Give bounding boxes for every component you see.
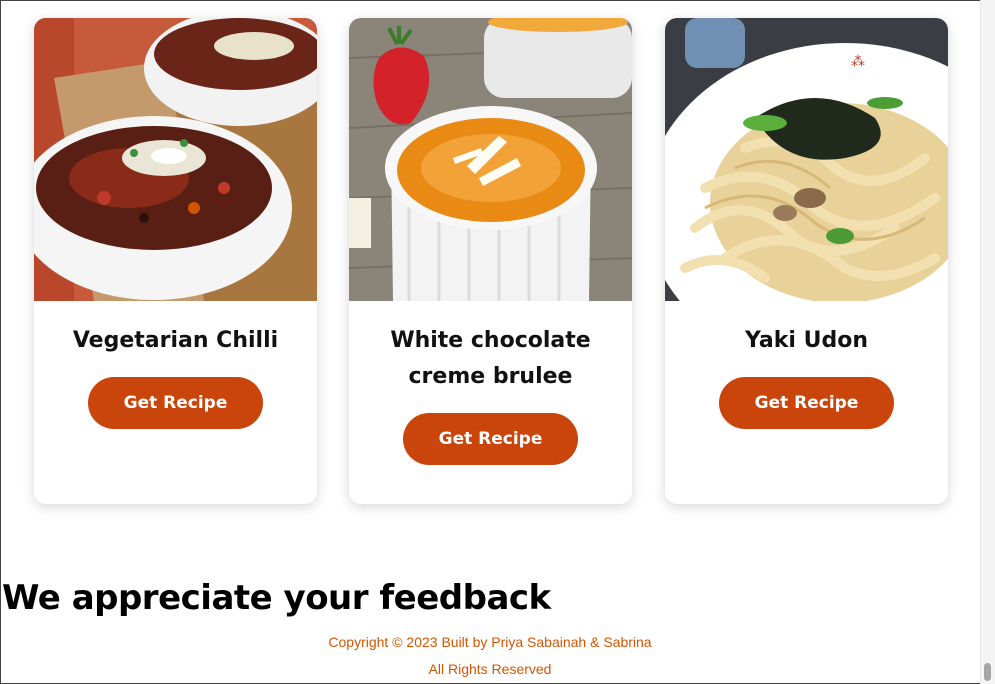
recipe-card: White chocolate creme brulee Get Recipe [349, 18, 632, 504]
recipe-title: Vegetarian Chilli [72, 328, 279, 353]
get-recipe-button[interactable]: Get Recipe [719, 377, 894, 429]
get-recipe-button[interactable]: Get Recipe [403, 413, 578, 465]
scrollbar-thumb[interactable] [984, 663, 991, 681]
recipe-title: Yaki Udon [745, 328, 868, 353]
vertical-scrollbar[interactable] [980, 0, 995, 684]
footer-copyright: Copyright © 2023 Built by Priya Sabainah… [328, 634, 652, 650]
get-recipe-button[interactable]: Get Recipe [88, 377, 263, 429]
recipe-image-creme-brulee [349, 18, 632, 301]
svg-text:⁂: ⁂ [851, 54, 865, 70]
recipe-title: White chocolate creme brulee [390, 328, 591, 389]
footer-rights: All Rights Reserved [428, 661, 552, 677]
feedback-heading: We appreciate your feedback [2, 578, 551, 618]
recipe-card: ⁂ Yaki Udon Get Recipe [665, 18, 948, 504]
recipe-image-yaki-udon: ⁂ [665, 18, 948, 301]
recipe-card: Vegetarian Chilli Get Recipe [34, 18, 317, 504]
recipe-image-chilli [34, 18, 317, 301]
